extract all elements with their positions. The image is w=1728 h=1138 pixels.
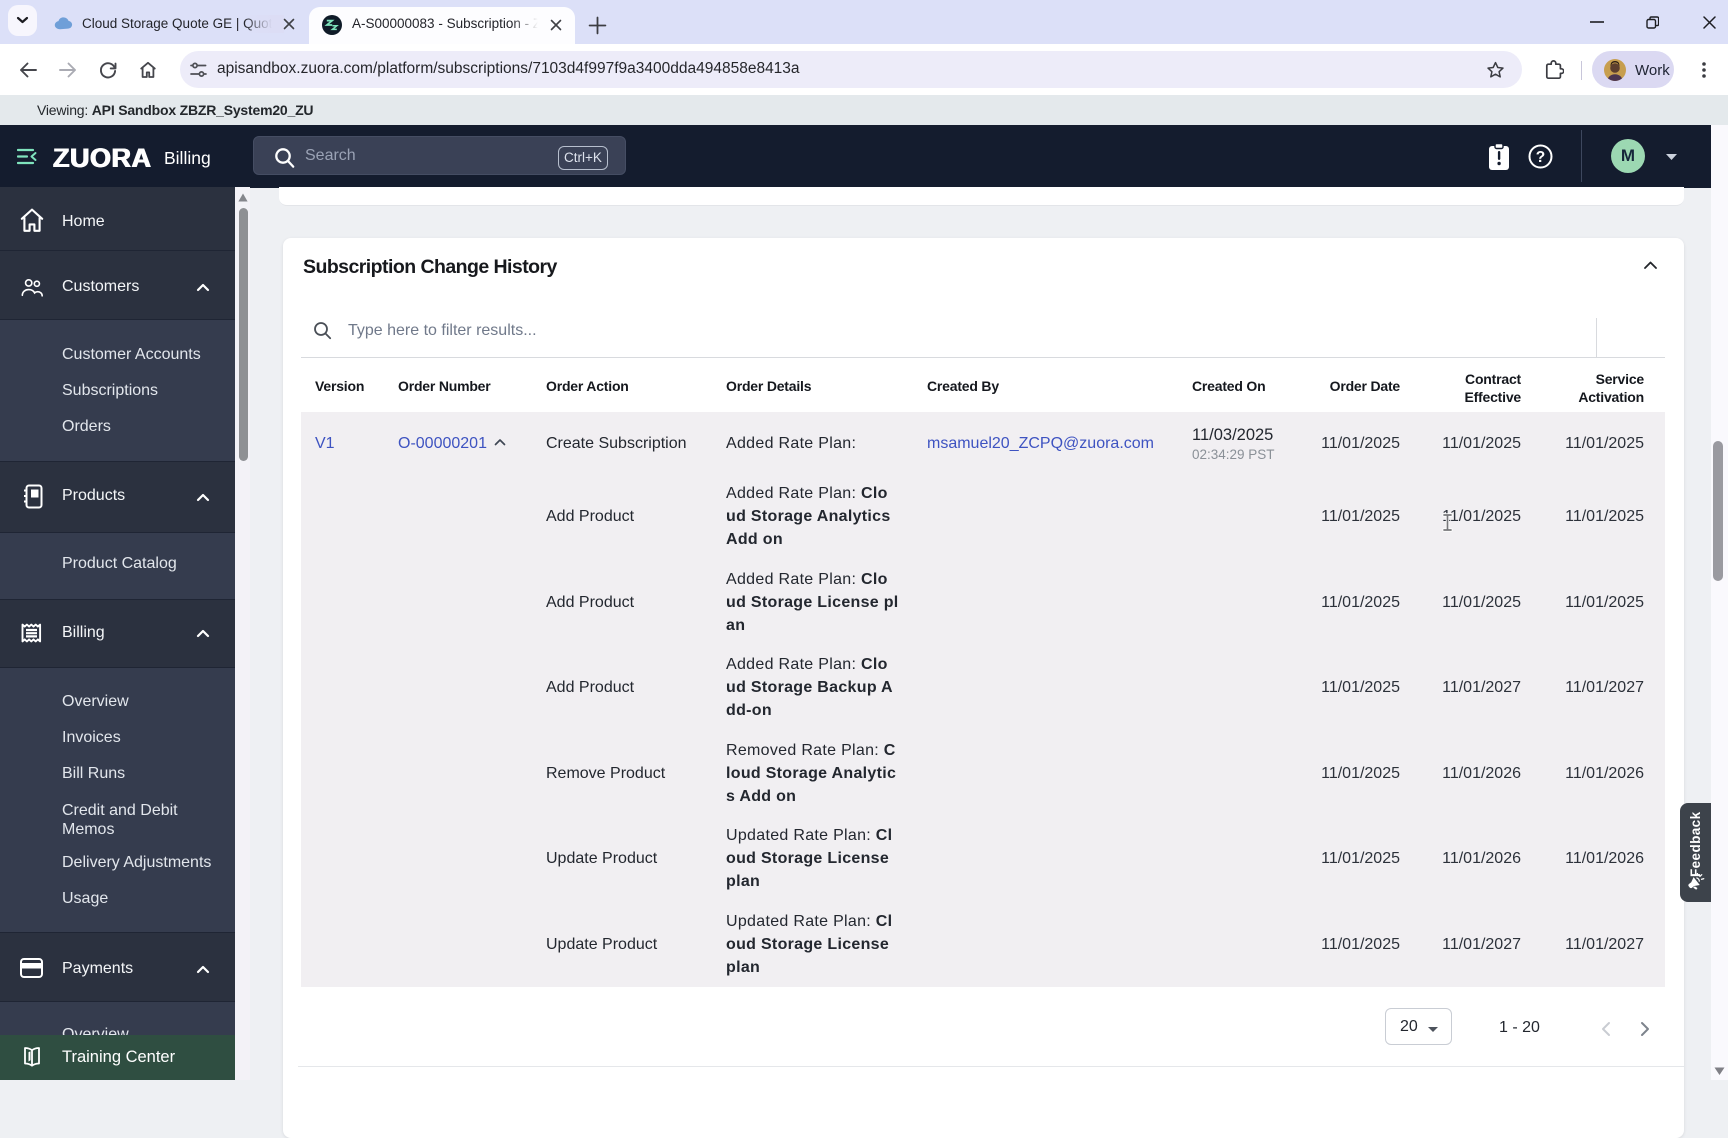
svg-text:?: ? — [1536, 149, 1545, 166]
